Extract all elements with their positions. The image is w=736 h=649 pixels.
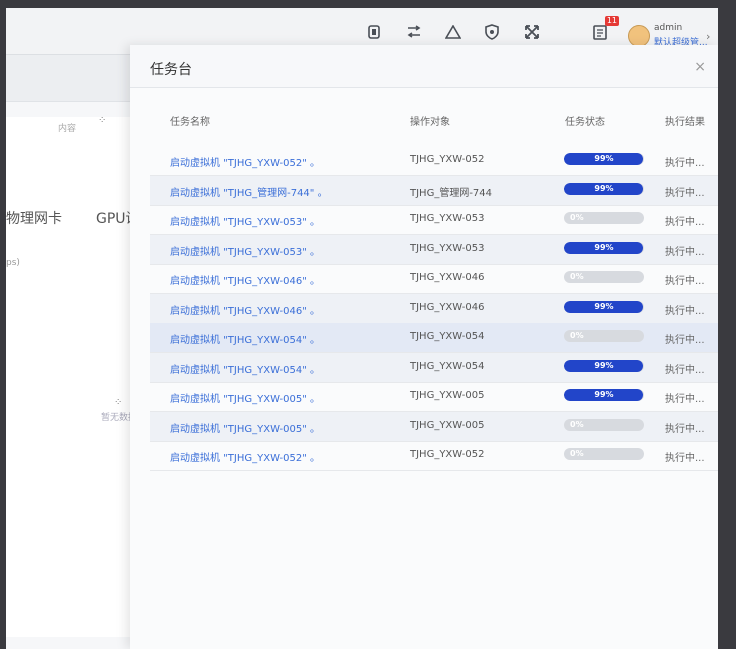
task-name-link[interactable]: 启动虚拟机 "TJHG_YXW-005" 。 (170, 390, 320, 405)
task-panel: 任务台 × 任务名称 操作对象 任务状态 执行结果 启动虚拟机 "TJHG_YX… (130, 45, 718, 649)
task-result: 执行中... (665, 423, 705, 435)
column-header-result[interactable]: 执行结果 (665, 113, 705, 128)
task-target: TJHG_YXW-053 (410, 213, 485, 224)
task-progress-bar: 0% (564, 271, 644, 283)
task-progress-bar: 0% (564, 330, 644, 342)
loading-icon: ⁘ (98, 115, 107, 126)
task-progress-bar: 0% (564, 448, 644, 460)
task-target: TJHG_YXW-052 (410, 154, 485, 165)
table-row[interactable]: 启动虚拟机 "TJHG_YXW-046" 。 TJHG_YXW-046 0% 执行中.… (150, 264, 718, 294)
panel-header: 任务台 × (130, 45, 718, 88)
task-name-link[interactable]: 启动虚拟机 "TJHG_YXW-052" 。 (170, 154, 320, 169)
task-name-link[interactable]: 启动虚拟机 "TJHG_YXW-046" 。 (170, 302, 320, 317)
task-target: TJHG_YXW-053 (410, 242, 485, 254)
task-progress-bar: 99% (564, 359, 644, 372)
fullscreen-icon[interactable] (521, 21, 543, 43)
table-row[interactable]: 启动虚拟机 "TJHG_YXW-052" 。 TJHG_YXW-052 0% 执行中.… (150, 441, 718, 471)
column-header-target[interactable]: 操作对象 (410, 113, 450, 128)
avatar[interactable] (628, 25, 650, 47)
table-row[interactable]: 启动虚拟机 "TJHG_管理网-744" 。 TJHG_管理网-744 99% 执行中… (150, 175, 718, 206)
progress-label: 99% (594, 301, 614, 311)
task-target: TJHG_YXW-005 (410, 390, 485, 401)
task-name-link[interactable]: 启动虚拟机 "TJHG_YXW-005" 。 (170, 420, 320, 435)
task-name-link[interactable]: 启动虚拟机 "TJHG_YXW-054" 。 (170, 331, 320, 346)
screen-icon[interactable] (363, 21, 385, 43)
task-progress-bar: 99% (564, 300, 644, 313)
task-result: 执行中... (665, 335, 705, 346)
task-target: TJHG_YXW-052 (410, 449, 485, 460)
task-name-link[interactable]: 启动虚拟机 "TJHG_YXW-053" 。 (170, 243, 320, 258)
progress-label: 0% (570, 419, 584, 429)
task-result: 执行中... (665, 453, 705, 464)
screen: 内容 ⁘ 物理网卡 GPU设 ps) ⁘ 暂无数据 11 admin 默认超级管… (6, 8, 718, 649)
table-row[interactable]: 启动虚拟机 "TJHG_YXW-005" 。 TJHG_YXW-005 0% 执行中.… (150, 411, 718, 442)
user-name[interactable]: admin (654, 23, 682, 33)
task-name-link[interactable]: 启动虚拟机 "TJHG_YXW-052" 。 (170, 449, 320, 464)
table-row[interactable]: 启动虚拟机 "TJHG_YXW-053" 。 TJHG_YXW-053 99% 执行中… (150, 234, 718, 265)
task-result: 执行中... (665, 217, 705, 228)
close-icon[interactable]: × (694, 59, 706, 75)
progress-label: 99% (594, 154, 614, 163)
chevron-right-icon[interactable]: › (706, 30, 710, 43)
warning-icon[interactable] (442, 21, 464, 43)
task-progress-bar: 99% (564, 153, 644, 165)
progress-label: 99% (594, 183, 614, 193)
shield-icon[interactable] (481, 21, 503, 43)
task-target: TJHG_YXW-046 (410, 301, 485, 313)
panel-title: 任务台 (150, 62, 192, 78)
task-icon[interactable]: 11 (589, 16, 619, 43)
table-row[interactable]: 启动虚拟机 "TJHG_YXW-046" 。 TJHG_YXW-046 99% 执行中… (150, 293, 718, 324)
tab-physical-nic[interactable]: 物理网卡 (6, 208, 62, 228)
task-progress-bar: 0% (564, 418, 644, 431)
column-header-status[interactable]: 任务状态 (565, 113, 605, 128)
progress-label: 99% (594, 360, 614, 370)
task-target: TJHG_YXW-054 (410, 331, 485, 342)
task-result: 执行中... (665, 394, 705, 405)
task-progress-bar: 99% (564, 182, 644, 195)
task-result: 执行中... (665, 305, 705, 317)
table-row[interactable]: 启动虚拟机 "TJHG_YXW-054" 。 TJHG_YXW-054 0% 执行中.… (150, 323, 718, 353)
task-progress-bar: 0% (564, 212, 644, 224)
progress-label: 0% (570, 272, 584, 281)
task-name-link[interactable]: 启动虚拟机 "TJHG_YXW-046" 。 (170, 272, 320, 287)
task-result: 执行中... (665, 246, 705, 258)
task-name-link[interactable]: 启动虚拟机 "TJHG_管理网-744" 。 (170, 184, 328, 199)
task-target: TJHG_YXW-046 (410, 272, 485, 283)
progress-label: 0% (570, 449, 584, 458)
progress-label: 99% (594, 390, 614, 399)
loading-icon: ⁘ (114, 397, 123, 408)
task-count-badge: 11 (604, 16, 619, 26)
switch-icon[interactable] (403, 21, 425, 43)
table-row[interactable]: 启动虚拟机 "TJHG_YXW-052" 。 TJHG_YXW-052 99% 执行中… (150, 146, 718, 176)
task-result: 执行中... (665, 276, 705, 287)
task-result: 执行中... (665, 364, 705, 376)
table-row[interactable]: 启动虚拟机 "TJHG_YXW-054" 。 TJHG_YXW-054 99% 执行中… (150, 352, 718, 383)
table-row[interactable]: 启动虚拟机 "TJHG_YXW-005" 。 TJHG_YXW-005 99% 执行中… (150, 382, 718, 412)
task-result: 执行中... (665, 187, 705, 199)
task-target: TJHG_YXW-005 (410, 419, 485, 431)
task-target: TJHG_管理网-744 (410, 187, 493, 199)
task-name-link[interactable]: 启动虚拟机 "TJHG_YXW-054" 。 (170, 361, 320, 376)
task-progress-bar: 99% (564, 389, 644, 401)
background-subtext: ps) (6, 258, 20, 268)
table-row[interactable]: 启动虚拟机 "TJHG_YXW-053" 。 TJHG_YXW-053 0% 执行中.… (150, 205, 718, 235)
task-target: TJHG_YXW-054 (410, 360, 485, 372)
table-header: 任务名称 操作对象 任务状态 执行结果 (150, 113, 718, 135)
progress-label: 99% (594, 242, 614, 252)
background-label: 内容 (58, 124, 77, 134)
task-progress-bar: 99% (564, 241, 644, 254)
task-name-link[interactable]: 启动虚拟机 "TJHG_YXW-053" 。 (170, 213, 320, 228)
progress-label: 0% (570, 213, 584, 222)
column-header-name[interactable]: 任务名称 (170, 113, 210, 128)
task-result: 执行中... (665, 158, 705, 169)
progress-label: 0% (570, 331, 584, 340)
